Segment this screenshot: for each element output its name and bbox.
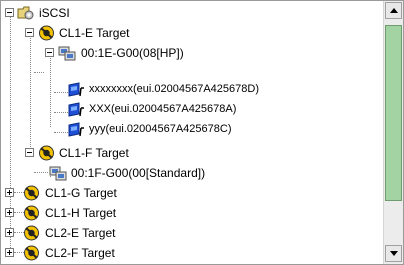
tree-node-target[interactable]: CL1-H Target [1, 203, 201, 223]
vertical-scrollbar[interactable] [383, 1, 403, 264]
tree-node-target[interactable]: CL1-E Target [1, 23, 201, 43]
tree-panel: iSCSI CL1-E Target 00:1E-G00(08[HP]) xxx… [0, 0, 404, 265]
target-icon [39, 25, 54, 41]
host-group-icon [49, 166, 67, 181]
expand-toggle[interactable] [5, 248, 14, 257]
target-icon [24, 225, 39, 241]
tree-node-label: CL1-G Target [45, 186, 117, 200]
arrow-down-icon [390, 251, 398, 256]
iscsi-initiator-icon [68, 102, 84, 117]
collapse-toggle[interactable] [5, 8, 14, 17]
tree-node-initiator[interactable]: xxxxxxxx(eui.02004567A425678D) [1, 82, 381, 103]
tree-node-label: iSCSI [39, 6, 70, 20]
tree-node-label: xxxxxxxx(eui.02004567A425678D) [89, 83, 259, 95]
collapse-toggle[interactable] [25, 148, 34, 157]
scroll-down-button[interactable] [385, 245, 402, 262]
tree-node-target[interactable]: CL1-G Target [1, 183, 201, 203]
expand-toggle[interactable] [5, 188, 14, 197]
tree-node-label: CL2-E Target [45, 226, 116, 240]
tree-node-initiator[interactable]: yyy(eui.02004567A425678C) [1, 122, 301, 143]
tree-node-target[interactable]: CL2-E Target [1, 223, 201, 243]
tree-node-target[interactable]: CL2-F Target [1, 243, 201, 263]
scroll-thumb[interactable] [385, 25, 402, 201]
expand-toggle[interactable] [5, 228, 14, 237]
tree-node-initiator[interactable]: XXX(eui.02004567A425678A) [1, 102, 301, 123]
target-icon [24, 205, 39, 221]
iscsi-initiator-icon [68, 122, 84, 137]
tree-node-label: CL1-F Target [59, 146, 129, 160]
tree-node-label: 00:1E-G00(08[HP]) [81, 46, 184, 60]
iscsi-tree[interactable]: iSCSI CL1-E Target 00:1E-G00(08[HP]) xxx… [1, 1, 382, 264]
tree-line [34, 72, 44, 73]
target-icon [39, 145, 54, 161]
tree-node-label: yyy(eui.02004567A425678C) [89, 123, 232, 135]
tree-node-label: CL1-E Target [59, 26, 130, 40]
tree-node-label: CL2-F Target [45, 246, 115, 260]
target-icon [24, 245, 39, 261]
collapse-toggle[interactable] [45, 48, 54, 57]
tree-node-label: XXX(eui.02004567A425678A) [89, 103, 237, 115]
tree-node-target[interactable]: CL1-F Target [1, 143, 201, 163]
tree-node-host-group[interactable]: 00:1F-G00(00[Standard]) [1, 163, 261, 183]
tree-node-iscsi[interactable]: iSCSI [1, 3, 201, 23]
target-icon [24, 185, 39, 201]
host-group-icon [58, 46, 76, 61]
tree-node-label: 00:1F-G00(00[Standard]) [71, 166, 206, 180]
collapse-toggle[interactable] [25, 28, 34, 37]
arrow-up-icon [390, 8, 398, 13]
tree-node-host-group[interactable]: 00:1E-G00(08[HP]) [1, 43, 241, 63]
tree-node-label: CL1-H Target [45, 206, 117, 220]
iscsi-initiator-icon [68, 82, 84, 97]
expand-toggle[interactable] [5, 208, 14, 217]
scroll-up-button[interactable] [385, 2, 402, 19]
folder-gear-icon [17, 6, 34, 20]
